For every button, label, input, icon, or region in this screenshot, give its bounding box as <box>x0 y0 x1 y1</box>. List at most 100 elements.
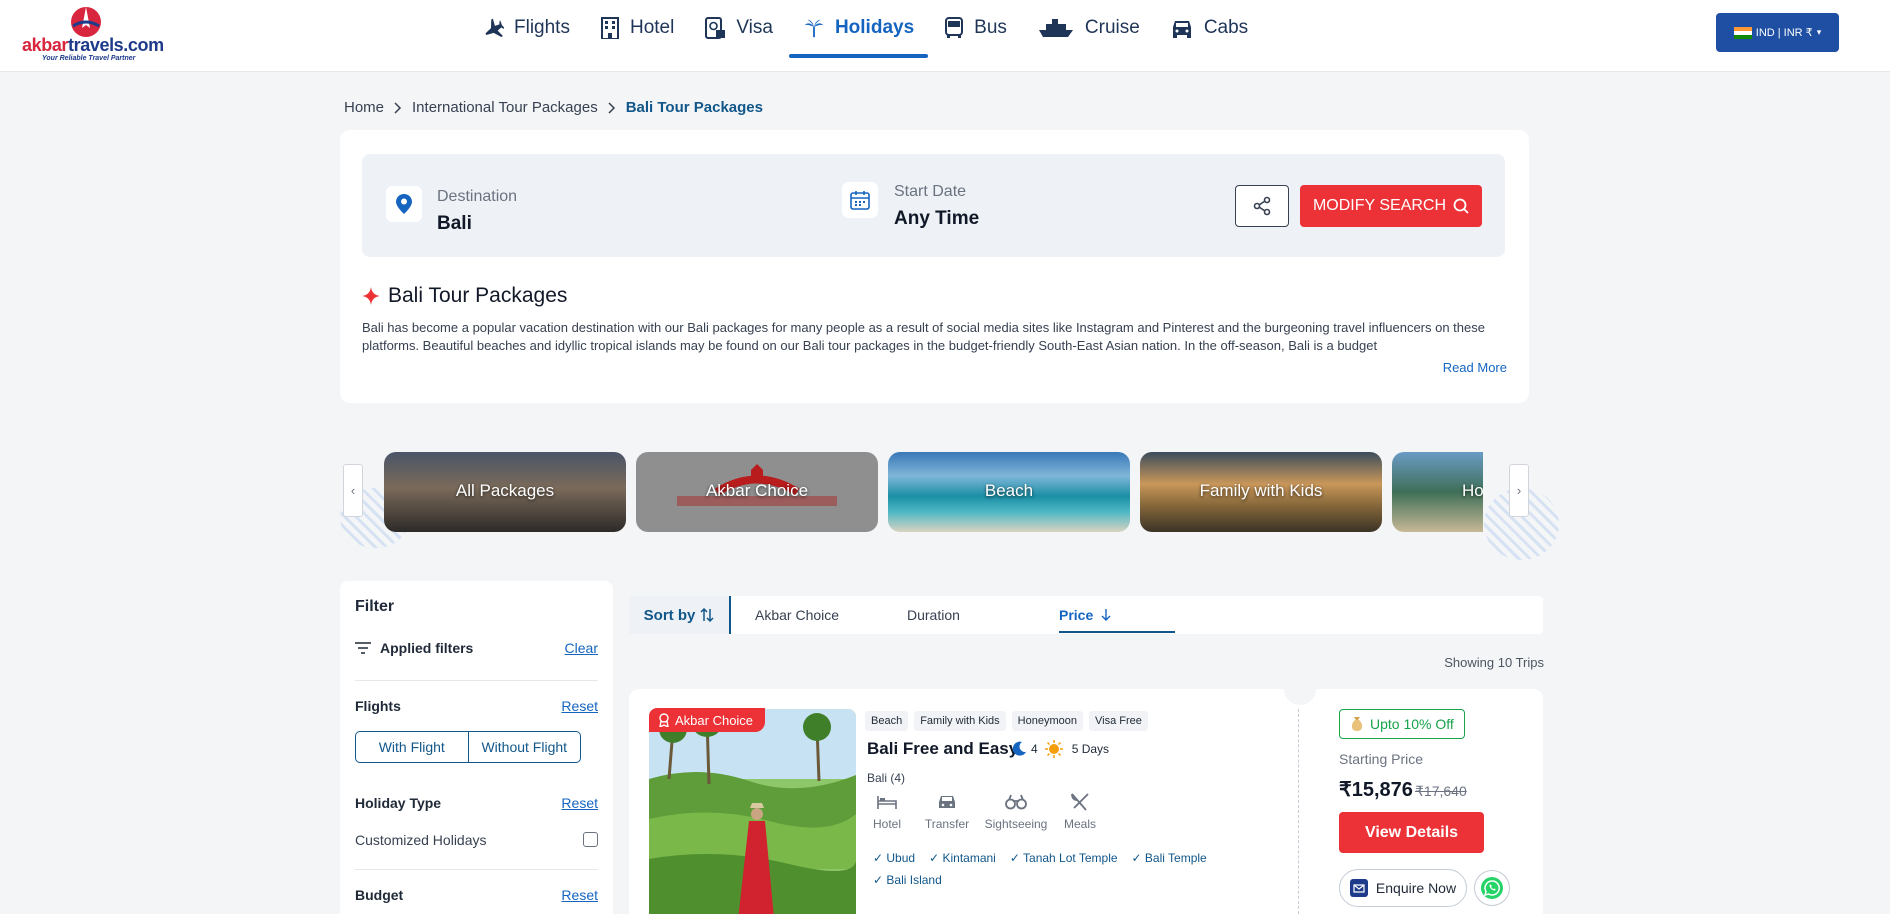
currency-label: IND | INR ₹ <box>1755 27 1813 39</box>
nav-label: Holidays <box>834 17 915 38</box>
chevron-right-icon <box>608 101 616 114</box>
money-bag-icon <box>1351 717 1363 731</box>
divider <box>355 869 598 870</box>
breadcrumb-current: Bali Tour Packages <box>625 99 763 116</box>
destination-value[interactable]: Bali <box>437 213 472 235</box>
package-title[interactable]: Bali Free and Easy <box>867 739 1018 759</box>
budget-reset-link[interactable]: Reset <box>561 887 598 903</box>
intro-title: Bali Tour Packages <box>388 284 568 307</box>
category-all-packages[interactable]: All Packages <box>384 452 626 532</box>
place-item: Ubud <box>873 851 915 865</box>
whatsapp-icon <box>1481 877 1503 899</box>
search-card: Destination Bali Start Date Any Time MOD… <box>340 130 1529 403</box>
flights-reset-link[interactable]: Reset <box>561 698 598 714</box>
main-nav: Flights Hotel Visa Holidays Bus Cruise C… <box>482 0 1278 72</box>
discount-label: Upto 10% Off <box>1370 716 1454 732</box>
sort-akbar-choice[interactable]: Akbar Choice <box>755 607 839 623</box>
bus-icon <box>945 17 964 38</box>
whatsapp-button[interactable] <box>1474 870 1510 906</box>
search-box: Destination Bali Start Date Any Time MOD… <box>362 154 1505 257</box>
nav-cabs[interactable]: Cabs <box>1170 0 1248 56</box>
place-item: Kintamani <box>929 851 995 865</box>
nav-hotel[interactable]: Hotel <box>600 0 674 56</box>
moon-icon <box>1012 741 1026 756</box>
amenity-label: Transfer <box>924 817 970 831</box>
sort-price[interactable]: Price <box>1059 607 1111 623</box>
breadcrumb-international[interactable]: International Tour Packages <box>412 99 598 116</box>
clear-filters-link[interactable]: Clear <box>565 640 598 656</box>
category-beach[interactable]: Beach <box>888 452 1130 532</box>
tag-family-with-kids: Family with Kids <box>914 711 1006 731</box>
nav-label: Hotel <box>629 17 675 38</box>
akbar-choice-badge: Akbar Choice <box>649 708 766 732</box>
without-flight-button[interactable]: Without Flight <box>468 731 581 763</box>
top-header: akbartravels.com Your Reliable Travel Pa… <box>0 0 1890 72</box>
carousel-next-button[interactable]: › <box>1509 464 1529 517</box>
customized-holidays-label: Customized Holidays <box>355 832 487 848</box>
ship-icon <box>1038 19 1073 37</box>
nav-cruise[interactable]: Cruise <box>1037 0 1140 56</box>
category-label: Honeymoon <box>1462 481 1483 500</box>
flight-option-toggle: With Flight Without Flight <box>355 731 581 763</box>
palm-tree-icon <box>804 19 824 38</box>
card-divider <box>1298 709 1299 914</box>
starting-price-label: Starting Price <box>1339 751 1424 767</box>
category-family-with-kids[interactable]: Family with Kids <box>1140 452 1382 532</box>
category-honeymoon[interactable]: Honeymoon <box>1392 452 1483 532</box>
filter-title: Filter <box>355 598 395 615</box>
read-more-link[interactable]: Read More <box>1443 360 1507 375</box>
brand-logo[interactable]: akbartravels.com Your Reliable Travel Pa… <box>20 4 164 64</box>
nav-flights[interactable]: Flights <box>482 0 570 56</box>
holiday-type-reset-link[interactable]: Reset <box>561 795 598 811</box>
place-item: Tanah Lot Temple <box>1010 851 1118 865</box>
breadcrumb-home[interactable]: Home <box>344 99 384 116</box>
category-carousel: All Packages Akbar Choice Beach Family w… <box>384 452 1483 532</box>
amenity-label: Sightseeing <box>984 817 1048 831</box>
sun-icon <box>1044 740 1063 758</box>
tag-honeymoon: Honeymoon <box>1011 711 1083 731</box>
category-label: Beach <box>984 481 1034 500</box>
place-item: Bali Temple <box>1132 851 1207 865</box>
carousel-prev-button[interactable]: ‹ <box>343 464 363 517</box>
logo-text: akbartravels.com <box>22 35 164 55</box>
modify-search-label: MODIFY SEARCH <box>1312 197 1447 214</box>
calendar-icon <box>842 182 878 218</box>
start-date-value[interactable]: Any Time <box>894 208 979 230</box>
nav-label: Visa <box>736 17 773 38</box>
with-flight-button[interactable]: With Flight <box>355 731 469 763</box>
customized-holidays-checkbox[interactable] <box>583 832 598 847</box>
share-button[interactable] <box>1235 185 1289 227</box>
category-akbar-choice[interactable]: Akbar Choice <box>636 452 878 532</box>
nav-label: Flights <box>514 17 570 38</box>
chevron-down-icon: ▾ <box>1816 27 1822 37</box>
nav-label: Bus <box>974 17 1007 38</box>
tag-visa-free: Visa Free <box>1089 711 1148 731</box>
currency-selector[interactable]: IND | INR ₹ ▾ <box>1716 13 1839 52</box>
nav-visa[interactable]: Visa <box>704 0 773 56</box>
bed-icon <box>877 796 897 809</box>
india-flag-icon <box>1733 26 1752 39</box>
sort-duration[interactable]: Duration <box>907 607 960 623</box>
utensils-icon <box>1071 793 1089 811</box>
nav-label: Cruise <box>1084 17 1140 38</box>
search-icon <box>1453 198 1469 214</box>
mail-icon <box>1349 879 1368 897</box>
modify-search-button[interactable]: MODIFY SEARCH <box>1300 185 1482 227</box>
package-image[interactable] <box>649 709 856 914</box>
sparkle-icon <box>362 287 380 305</box>
nav-holidays[interactable]: Holidays <box>788 0 929 58</box>
sort-by-button[interactable]: Sort by <box>629 596 731 634</box>
car-icon <box>1172 21 1191 38</box>
sort-bar: Sort by Akbar Choice Duration Price <box>629 596 1543 634</box>
divider <box>355 680 598 681</box>
enquire-now-button[interactable]: Enquire Now <box>1339 869 1467 907</box>
binoculars-icon <box>1005 794 1027 810</box>
nav-bus[interactable]: Bus <box>944 0 1007 56</box>
building-icon <box>600 17 619 39</box>
view-details-button[interactable]: View Details <box>1339 812 1484 853</box>
sort-by-label: Sort by <box>643 606 696 624</box>
destination-label: Destination <box>437 188 518 205</box>
breadcrumb: Home International Tour Packages Bali To… <box>344 99 763 116</box>
sort-price-label: Price <box>1059 607 1094 623</box>
package-duration: 4 5 Days <box>1011 739 1109 759</box>
